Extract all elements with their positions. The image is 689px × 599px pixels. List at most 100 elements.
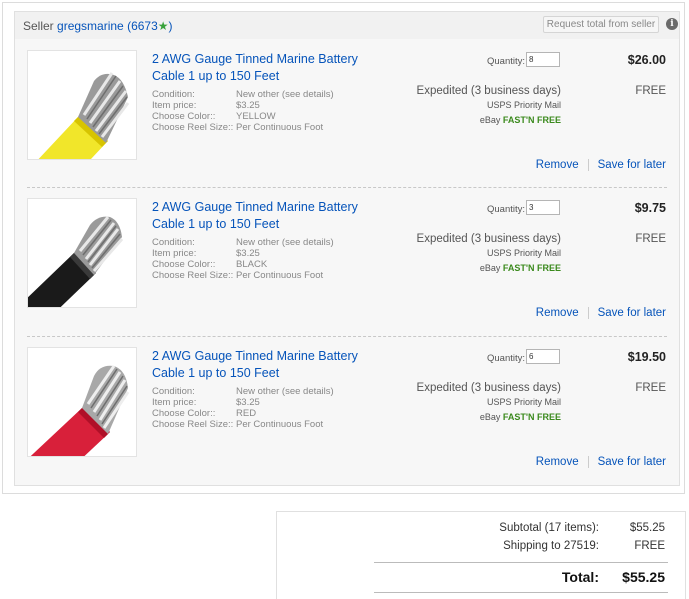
item-thumbnail[interactable]: [27, 347, 137, 457]
seller-prefix: Seller: [23, 19, 54, 33]
attr-key: Choose Color::: [152, 259, 216, 270]
item-actions: Remove Save for later: [536, 159, 666, 171]
attr-value: YELLOW: [236, 111, 276, 122]
attr-value: $3.25: [236, 248, 260, 259]
attr-row: Choose Reel Size:: Per Continuous Foot: [152, 419, 334, 430]
attr-key: Condition:: [152, 386, 195, 397]
attr-value: New other (see details): [236, 89, 334, 100]
attr-row: Choose Color:: YELLOW: [152, 111, 334, 122]
attr-row: Condition: New other (see details): [152, 386, 334, 397]
attr-row: Condition: New other (see details): [152, 89, 334, 100]
save-for-later-link[interactable]: Save for later: [598, 159, 666, 171]
total-row: Total: $55.25: [562, 569, 665, 585]
attr-value: RED: [236, 408, 257, 419]
badge-prefix: eBay: [479, 412, 501, 422]
seller-feedback-link[interactable]: (6673★): [127, 19, 172, 33]
attr-key: Condition:: [152, 89, 195, 100]
quantity-input[interactable]: 3: [526, 200, 560, 215]
item-actions: Remove Save for later: [536, 307, 666, 319]
attr-value: BLACK: [236, 259, 268, 270]
item-actions: Remove Save for later: [536, 456, 666, 468]
attr-row: Item price: $3.25: [152, 100, 334, 111]
attr-key: Choose Reel Size::: [152, 122, 234, 133]
divider: [587, 456, 589, 468]
attr-key: Choose Color::: [152, 408, 216, 419]
attr-value: Per Continuous Foot: [236, 270, 324, 281]
attr-row: Condition: New other (see details): [152, 237, 334, 248]
badge-prefix: eBay: [479, 263, 501, 273]
cart-item: 2 AWG Gauge Tinned Marine Battery Cable …: [15, 39, 679, 187]
attr-key: Item price:: [152, 397, 197, 408]
item-attributes: Condition: New other (see details) Item p…: [152, 89, 334, 133]
attr-value: $3.25: [236, 397, 260, 408]
shipping-value: FREE: [634, 540, 665, 552]
shipping-method: Expedited (3 business days): [416, 382, 561, 394]
save-for-later-link[interactable]: Save for later: [598, 456, 666, 468]
badge-text: FAST'N FREE: [502, 115, 561, 125]
attr-row: Item price: $3.25: [152, 248, 334, 259]
divider: [587, 159, 589, 171]
item-price: $19.50: [627, 350, 666, 364]
summary-divider: [374, 562, 668, 563]
shipping-carrier: USPS Priority Mail: [486, 100, 561, 110]
cable-image: [38, 72, 130, 159]
star-icon: ★: [157, 19, 169, 33]
fast-n-free-badge: eBay FAST'N FREE: [480, 115, 561, 125]
divider: [587, 307, 589, 319]
shipping-label: Shipping to 27519:: [503, 540, 599, 552]
quantity-input[interactable]: 8: [526, 52, 560, 67]
subtotal-value: $55.25: [629, 522, 665, 534]
badge-prefix: eBay: [479, 115, 501, 125]
item-title-link[interactable]: 2 AWG Gauge Tinned Marine Battery Cable …: [152, 348, 372, 382]
quantity-label: Quantity:: [487, 204, 526, 215]
item-title-link[interactable]: 2 AWG Gauge Tinned Marine Battery Cable …: [152, 199, 372, 233]
request-total-button[interactable]: Request total from seller: [543, 16, 659, 33]
badge-text: FAST'N FREE: [502, 263, 561, 273]
attr-row: Choose Color:: BLACK: [152, 259, 334, 270]
cart-item: 2 AWG Gauge Tinned Marine Battery Cable …: [15, 187, 679, 335]
shipping-cost: FREE: [635, 382, 666, 394]
badge-text: FAST'N FREE: [502, 412, 561, 422]
info-icon[interactable]: i: [666, 18, 678, 30]
attr-value: $3.25: [236, 100, 260, 111]
cable-image: [30, 365, 130, 456]
seller-feedback-score: (6673: [127, 19, 158, 33]
cart-item: 2 AWG Gauge Tinned Marine Battery Cable …: [15, 336, 679, 484]
attr-row: Item price: $3.25: [152, 397, 334, 408]
item-attributes: Condition: New other (see details) Item p…: [152, 386, 334, 430]
shipping-method: Expedited (3 business days): [416, 85, 561, 97]
attr-value: Per Continuous Foot: [236, 419, 324, 430]
fast-n-free-badge: eBay FAST'N FREE: [480, 263, 561, 273]
attr-key: Choose Reel Size::: [152, 419, 234, 430]
order-summary: Subtotal (17 items): $55.25 Shipping to …: [276, 511, 686, 599]
item-thumbnail[interactable]: [27, 50, 137, 160]
attr-key: Choose Color::: [152, 111, 216, 122]
item-attributes: Condition: New other (see details) Item p…: [152, 237, 334, 281]
subtotal-row: Subtotal (17 items): $55.25: [499, 522, 665, 534]
attr-row: Choose Color:: RED: [152, 408, 334, 419]
item-title-link[interactable]: 2 AWG Gauge Tinned Marine Battery Cable …: [152, 51, 372, 85]
remove-link[interactable]: Remove: [536, 456, 579, 468]
attr-value: New other (see details): [236, 386, 334, 397]
remove-link[interactable]: Remove: [536, 159, 579, 171]
quantity-input[interactable]: 6: [526, 349, 560, 364]
quantity-label: Quantity:: [487, 56, 526, 67]
summary-divider: [374, 592, 668, 593]
attr-value: Per Continuous Foot: [236, 122, 324, 133]
attr-key: Item price:: [152, 100, 197, 111]
remove-link[interactable]: Remove: [536, 307, 579, 319]
save-for-later-link[interactable]: Save for later: [598, 307, 666, 319]
seller-name-link[interactable]: gregsmarine: [57, 19, 124, 33]
seller-card: Seller gregsmarine (6673★) Request total…: [2, 2, 685, 494]
shipping-method: Expedited (3 business days): [416, 233, 561, 245]
total-value: $55.25: [622, 569, 665, 585]
seller-header: Seller gregsmarine (6673★) Request total…: [14, 11, 680, 39]
shipping-cost: FREE: [635, 85, 666, 97]
attr-key: Item price:: [152, 248, 197, 259]
total-label: Total:: [561, 569, 599, 585]
item-price: $26.00: [627, 53, 666, 67]
attr-row: Choose Reel Size:: Per Continuous Foot: [152, 122, 334, 133]
shipping-carrier: USPS Priority Mail: [486, 248, 561, 258]
item-thumbnail[interactable]: [27, 198, 137, 308]
attr-key: Choose Reel Size::: [152, 270, 234, 281]
